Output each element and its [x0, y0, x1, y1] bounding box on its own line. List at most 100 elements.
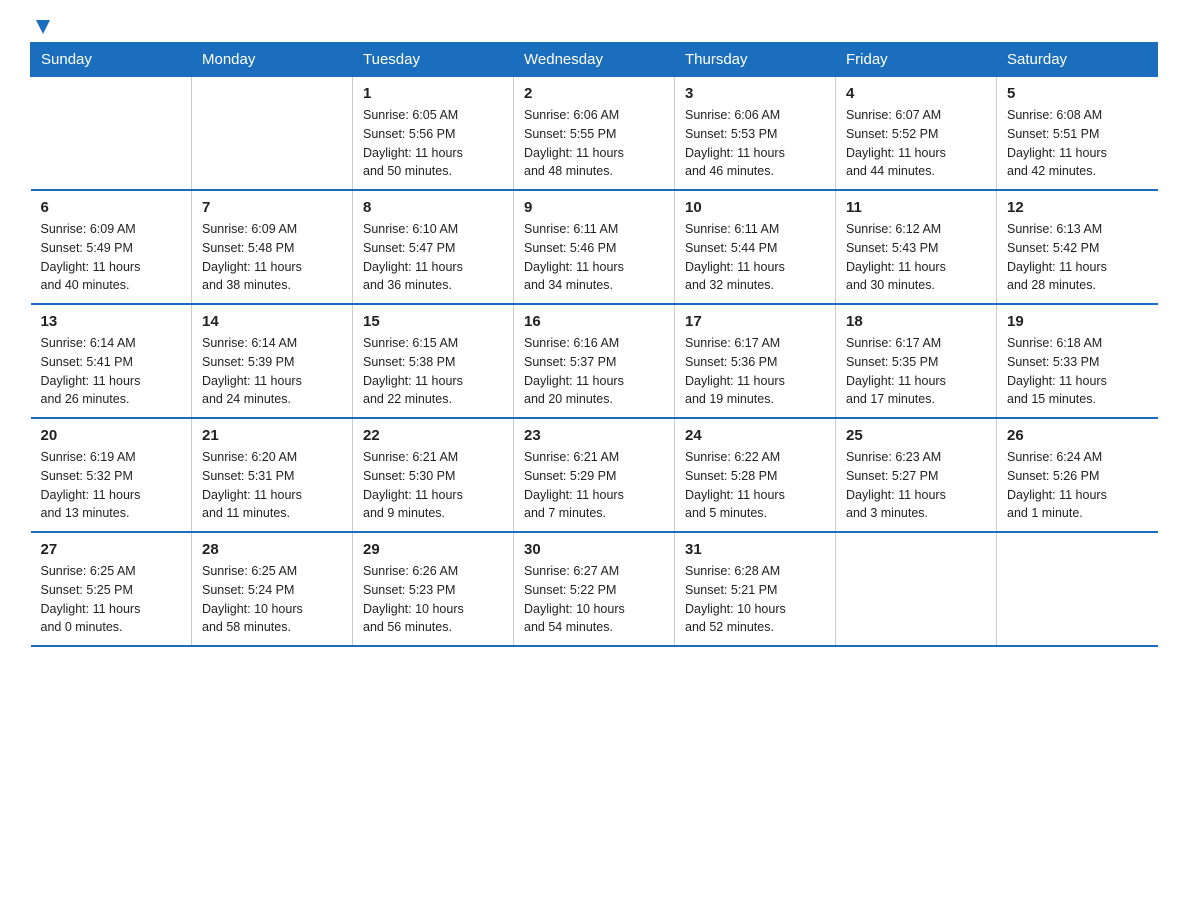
day-number: 27: [41, 541, 182, 558]
day-info: Sunrise: 6:11 AM Sunset: 5:46 PM Dayligh…: [524, 220, 664, 295]
day-info: Sunrise: 6:11 AM Sunset: 5:44 PM Dayligh…: [685, 220, 825, 295]
day-info: Sunrise: 6:09 AM Sunset: 5:48 PM Dayligh…: [202, 220, 342, 295]
day-number: 24: [685, 427, 825, 444]
weekday-header-row: SundayMondayTuesdayWednesdayThursdayFrid…: [31, 43, 1158, 77]
week-row-4: 20 Sunrise: 6:19 AM Sunset: 5:32 PM Dayli…: [31, 418, 1158, 532]
day-number: 4: [846, 85, 986, 102]
day-number: 31: [685, 541, 825, 558]
calendar-table: SundayMondayTuesdayWednesdayThursdayFrid…: [30, 42, 1158, 647]
calendar-cell: 3Sunrise: 6:06 AM Sunset: 5:53 PM Daylig…: [675, 77, 836, 191]
day-info: Sunrise: 6:06 AM Sunset: 5:53 PM Dayligh…: [685, 106, 825, 181]
day-info: Sunrise: 6:23 AM Sunset: 5:27 PM Dayligh…: [846, 448, 986, 523]
week-row-3: 13 Sunrise: 6:14 AM Sunset: 5:41 PM Dayli…: [31, 304, 1158, 418]
calendar-cell: 25 Sunrise: 6:23 AM Sunset: 5:27 PM Dayli…: [836, 418, 997, 532]
day-info: Sunrise: 6:08 AM Sunset: 5:51 PM Dayligh…: [1007, 106, 1148, 181]
calendar-cell: 24 Sunrise: 6:22 AM Sunset: 5:28 PM Dayli…: [675, 418, 836, 532]
calendar-cell: 5 Sunrise: 6:08 AM Sunset: 5:51 PM Daylig…: [997, 77, 1158, 191]
calendar-cell: 18Sunrise: 6:17 AM Sunset: 5:35 PM Dayli…: [836, 304, 997, 418]
week-row-2: 6 Sunrise: 6:09 AM Sunset: 5:49 PM Daylig…: [31, 190, 1158, 304]
day-info: Sunrise: 6:27 AM Sunset: 5:22 PM Dayligh…: [524, 562, 664, 637]
calendar-cell: 2 Sunrise: 6:06 AM Sunset: 5:55 PM Daylig…: [514, 77, 675, 191]
logo-icon: [30, 20, 54, 32]
day-info: Sunrise: 6:17 AM Sunset: 5:35 PM Dayligh…: [846, 334, 986, 409]
day-info: Sunrise: 6:18 AM Sunset: 5:33 PM Dayligh…: [1007, 334, 1148, 409]
logo-triangle-icon: [32, 16, 54, 38]
day-number: 23: [524, 427, 664, 444]
day-number: 10: [685, 199, 825, 216]
day-info: Sunrise: 6:15 AM Sunset: 5:38 PM Dayligh…: [363, 334, 503, 409]
calendar-cell: 13 Sunrise: 6:14 AM Sunset: 5:41 PM Dayli…: [31, 304, 192, 418]
calendar-cell: 7 Sunrise: 6:09 AM Sunset: 5:48 PM Daylig…: [192, 190, 353, 304]
day-number: 7: [202, 199, 342, 216]
day-number: 15: [363, 313, 503, 330]
weekday-header-saturday: Saturday: [997, 43, 1158, 77]
day-number: 13: [41, 313, 182, 330]
day-info: Sunrise: 6:22 AM Sunset: 5:28 PM Dayligh…: [685, 448, 825, 523]
weekday-header-monday: Monday: [192, 43, 353, 77]
day-number: 12: [1007, 199, 1148, 216]
day-number: 1: [363, 85, 503, 102]
calendar-cell: 23 Sunrise: 6:21 AM Sunset: 5:29 PM Dayli…: [514, 418, 675, 532]
day-number: 5: [1007, 85, 1148, 102]
calendar-cell: [997, 532, 1158, 646]
day-info: Sunrise: 6:20 AM Sunset: 5:31 PM Dayligh…: [202, 448, 342, 523]
day-number: 21: [202, 427, 342, 444]
day-number: 30: [524, 541, 664, 558]
day-number: 2: [524, 85, 664, 102]
weekday-header-friday: Friday: [836, 43, 997, 77]
day-info: Sunrise: 6:21 AM Sunset: 5:29 PM Dayligh…: [524, 448, 664, 523]
day-number: 20: [41, 427, 182, 444]
day-info: Sunrise: 6:26 AM Sunset: 5:23 PM Dayligh…: [363, 562, 503, 637]
day-number: 29: [363, 541, 503, 558]
calendar-cell: 21 Sunrise: 6:20 AM Sunset: 5:31 PM Dayli…: [192, 418, 353, 532]
day-number: 19: [1007, 313, 1148, 330]
weekday-header-wednesday: Wednesday: [514, 43, 675, 77]
calendar-cell: 29 Sunrise: 6:26 AM Sunset: 5:23 PM Dayli…: [353, 532, 514, 646]
day-number: 16: [524, 313, 664, 330]
calendar-cell: [836, 532, 997, 646]
week-row-5: 27Sunrise: 6:25 AM Sunset: 5:25 PM Dayli…: [31, 532, 1158, 646]
day-info: Sunrise: 6:16 AM Sunset: 5:37 PM Dayligh…: [524, 334, 664, 409]
logo: [30, 20, 54, 32]
day-number: 9: [524, 199, 664, 216]
calendar-cell: 11 Sunrise: 6:12 AM Sunset: 5:43 PM Dayli…: [836, 190, 997, 304]
day-info: Sunrise: 6:09 AM Sunset: 5:49 PM Dayligh…: [41, 220, 182, 295]
day-info: Sunrise: 6:19 AM Sunset: 5:32 PM Dayligh…: [41, 448, 182, 523]
day-number: 17: [685, 313, 825, 330]
day-number: 8: [363, 199, 503, 216]
weekday-header-sunday: Sunday: [31, 43, 192, 77]
calendar-cell: 14Sunrise: 6:14 AM Sunset: 5:39 PM Dayli…: [192, 304, 353, 418]
calendar-cell: [31, 77, 192, 191]
calendar-cell: 15 Sunrise: 6:15 AM Sunset: 5:38 PM Dayli…: [353, 304, 514, 418]
day-number: 22: [363, 427, 503, 444]
day-info: Sunrise: 6:13 AM Sunset: 5:42 PM Dayligh…: [1007, 220, 1148, 295]
day-info: Sunrise: 6:17 AM Sunset: 5:36 PM Dayligh…: [685, 334, 825, 409]
day-number: 6: [41, 199, 182, 216]
day-info: Sunrise: 6:12 AM Sunset: 5:43 PM Dayligh…: [846, 220, 986, 295]
day-info: Sunrise: 6:05 AM Sunset: 5:56 PM Dayligh…: [363, 106, 503, 181]
day-number: 11: [846, 199, 986, 216]
day-info: Sunrise: 6:06 AM Sunset: 5:55 PM Dayligh…: [524, 106, 664, 181]
week-row-1: 1 Sunrise: 6:05 AM Sunset: 5:56 PM Daylig…: [31, 77, 1158, 191]
day-number: 25: [846, 427, 986, 444]
day-info: Sunrise: 6:24 AM Sunset: 5:26 PM Dayligh…: [1007, 448, 1148, 523]
calendar-cell: 8 Sunrise: 6:10 AM Sunset: 5:47 PM Daylig…: [353, 190, 514, 304]
calendar-cell: 19 Sunrise: 6:18 AM Sunset: 5:33 PM Dayli…: [997, 304, 1158, 418]
calendar-cell: 22 Sunrise: 6:21 AM Sunset: 5:30 PM Dayli…: [353, 418, 514, 532]
calendar-cell: 17 Sunrise: 6:17 AM Sunset: 5:36 PM Dayli…: [675, 304, 836, 418]
day-number: 14: [202, 313, 342, 330]
day-info: Sunrise: 6:21 AM Sunset: 5:30 PM Dayligh…: [363, 448, 503, 523]
calendar-cell: 4 Sunrise: 6:07 AM Sunset: 5:52 PM Daylig…: [836, 77, 997, 191]
weekday-header-tuesday: Tuesday: [353, 43, 514, 77]
calendar-cell: 9 Sunrise: 6:11 AM Sunset: 5:46 PM Daylig…: [514, 190, 675, 304]
day-number: 26: [1007, 427, 1148, 444]
calendar-cell: [192, 77, 353, 191]
calendar-cell: 16 Sunrise: 6:16 AM Sunset: 5:37 PM Dayli…: [514, 304, 675, 418]
day-info: Sunrise: 6:10 AM Sunset: 5:47 PM Dayligh…: [363, 220, 503, 295]
calendar-cell: 27Sunrise: 6:25 AM Sunset: 5:25 PM Dayli…: [31, 532, 192, 646]
calendar-cell: 26 Sunrise: 6:24 AM Sunset: 5:26 PM Dayli…: [997, 418, 1158, 532]
day-info: Sunrise: 6:14 AM Sunset: 5:41 PM Dayligh…: [41, 334, 182, 409]
calendar-cell: 12 Sunrise: 6:13 AM Sunset: 5:42 PM Dayli…: [997, 190, 1158, 304]
day-info: Sunrise: 6:28 AM Sunset: 5:21 PM Dayligh…: [685, 562, 825, 637]
day-info: Sunrise: 6:07 AM Sunset: 5:52 PM Dayligh…: [846, 106, 986, 181]
